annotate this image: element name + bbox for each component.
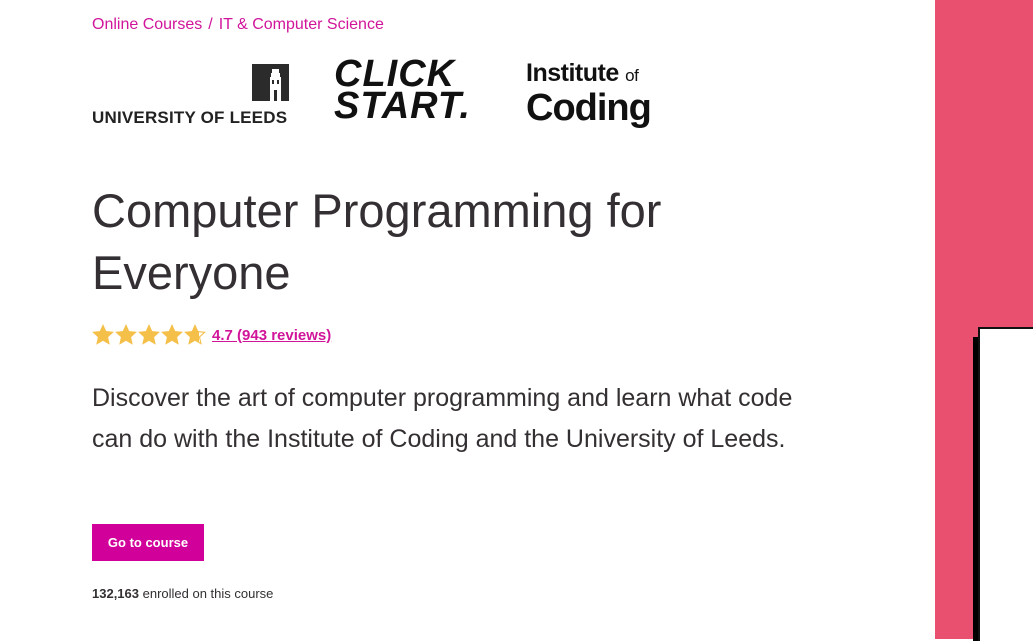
ioc-coding: Coding: [526, 87, 652, 129]
enrolled-number: 132,163: [92, 586, 139, 601]
star-icon: [115, 324, 137, 345]
reviews-link[interactable]: 4.7 (943 reviews): [212, 327, 331, 344]
institute-of-coding-logo: Institute of Coding: [526, 60, 652, 129]
hero-illustration-card: [978, 327, 1033, 641]
star-icon: [184, 324, 206, 345]
breadcrumb-it-computer-science[interactable]: IT & Computer Science: [219, 16, 384, 33]
ioc-line-1: Institute of: [526, 60, 651, 89]
leeds-wordmark: UNIVERSITY OF LEEDS: [92, 108, 288, 127]
click-start-line-2: START.: [334, 85, 471, 127]
rating-stars: [92, 324, 207, 346]
click-start-logo: CLICK START.: [334, 55, 471, 127]
breadcrumb-separator: /: [208, 16, 213, 33]
enrolled-count: 132,163 enrolled on this course: [92, 586, 273, 601]
star-icon: [161, 324, 183, 345]
enrolled-label: enrolled on this course: [139, 586, 274, 601]
star-icon: [138, 324, 160, 345]
ioc-institute: Institute: [526, 59, 619, 87]
course-description: Discover the art of computer programming…: [92, 384, 793, 453]
leeds-tower-icon: [252, 64, 289, 101]
go-to-course-button[interactable]: Go to course: [92, 524, 204, 561]
breadcrumb-online-courses[interactable]: Online Courses: [92, 16, 202, 33]
course-title: Computer Programming for Everyone: [92, 184, 662, 299]
partner-logos: UNIVERSITY OF LEEDS CLICK START. Institu…: [92, 55, 692, 129]
star-icon: [92, 324, 114, 345]
ioc-of: of: [625, 66, 639, 85]
university-of-leeds-logo: UNIVERSITY OF LEEDS: [92, 64, 292, 127]
course-rating: 4.7 (943 reviews): [92, 324, 331, 346]
breadcrumb: Online Courses / IT & Computer Science: [92, 16, 384, 34]
hero-image-panel: [935, 0, 1033, 641]
